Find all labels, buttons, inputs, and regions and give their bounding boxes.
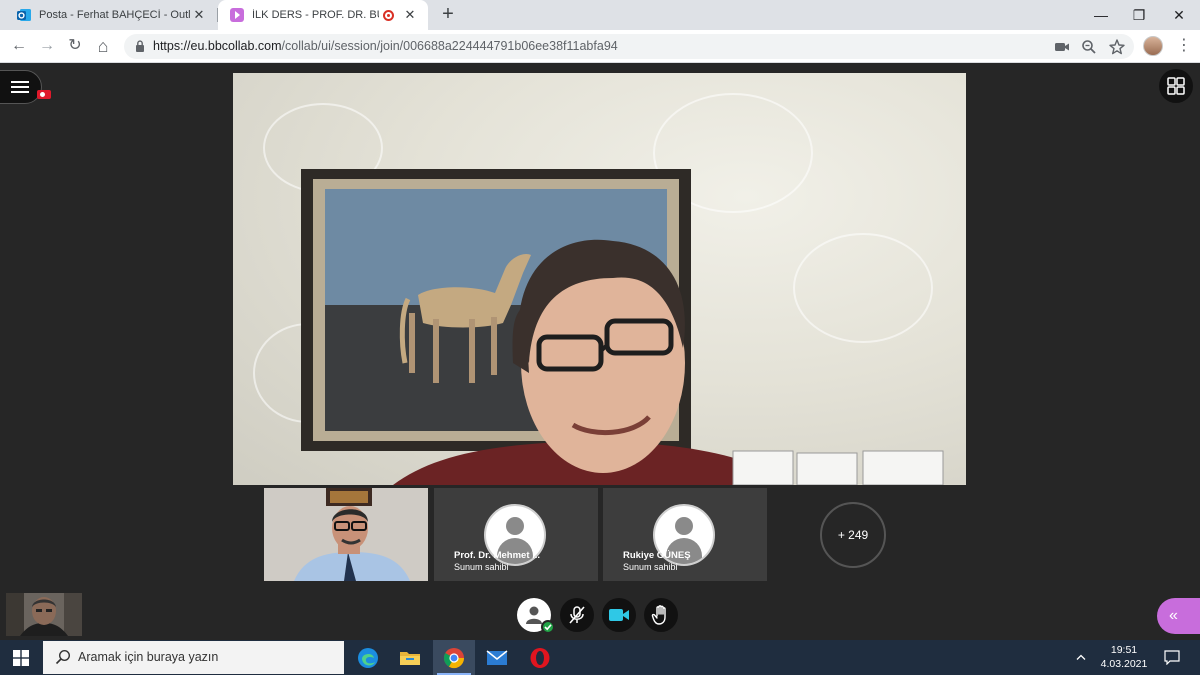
tab-outlook-close-icon[interactable]: ✕ — [191, 7, 207, 23]
url-path: /collab/ui/session/join/006688a224444791… — [281, 39, 618, 53]
collaborate-session: Prof. Dr. Mehmet ... Sunum sahibi Rukiye… — [0, 63, 1200, 640]
participant-tile-video[interactable] — [264, 488, 428, 581]
recording-badge-icon — [37, 90, 51, 99]
participant-name: Rukiye GÜNEŞ — [623, 550, 691, 561]
participant-tile[interactable]: Prof. Dr. Mehmet ... Sunum sahibi — [434, 488, 598, 581]
status-available-icon — [541, 620, 555, 634]
clock-time: 19:51 — [1110, 644, 1138, 656]
more-participants-tile[interactable]: + 249 — [772, 488, 936, 581]
mic-off-icon — [569, 606, 585, 624]
tab-collab-close-icon[interactable]: ✕ — [402, 7, 418, 23]
tab-collab-title: İLK DERS - PROF. DR. BURHAN — [252, 9, 379, 21]
browser-menu-icon[interactable]: ⋮ — [1176, 36, 1192, 56]
back-button[interactable]: ← — [8, 35, 30, 57]
speaker-scene — [301, 169, 944, 485]
participant-video-feed — [264, 488, 428, 581]
session-menu-button[interactable] — [0, 70, 42, 104]
participant-tile[interactable]: Rukiye GÜNEŞ Sunum sahibi — [603, 488, 767, 581]
recording-indicator-icon — [383, 9, 394, 21]
taskbar-opera[interactable] — [519, 640, 561, 675]
camera-button[interactable] — [602, 598, 636, 632]
mail-icon — [486, 649, 508, 665]
close-window-button[interactable]: ✕ — [1156, 0, 1200, 30]
start-button[interactable] — [0, 640, 42, 675]
system-clock[interactable]: 19:51 4.03.2021 — [1097, 643, 1151, 671]
taskbar-search-box[interactable]: Aramak için buraya yazın — [43, 641, 344, 674]
chevron-left-icon: « — [1169, 607, 1178, 624]
star-icon[interactable] — [1108, 38, 1126, 56]
tab-outlook-title: Posta - Ferhat BAHÇECİ - Outlook — [39, 9, 191, 21]
chrome-icon — [443, 647, 465, 668]
file-explorer-icon — [400, 651, 420, 665]
new-tab-button[interactable]: + — [438, 4, 458, 26]
participant-role: Sunum sahibi — [623, 562, 678, 572]
windows-taskbar: Aramak için buraya yazın 19:51 4.03.2021 — [0, 640, 1200, 675]
open-panel-button[interactable]: « — [1157, 598, 1200, 634]
forward-button[interactable]: → — [36, 35, 58, 57]
hamburger-icon — [11, 81, 29, 93]
zoom-icon[interactable] — [1080, 38, 1098, 56]
search-icon — [55, 649, 71, 665]
collaborate-favicon-icon — [230, 8, 244, 22]
participant-name: Prof. Dr. Mehmet ... — [454, 550, 541, 561]
more-participants-count: + 249 — [820, 502, 886, 568]
taskbar-mail[interactable] — [476, 640, 518, 675]
taskbar-file-explorer[interactable] — [389, 640, 431, 675]
tab-outlook[interactable]: Posta - Ferhat BAHÇECİ - Outlook ✕ — [0, 0, 217, 30]
taskbar-chrome[interactable] — [433, 640, 475, 675]
home-button[interactable]: ⌂ — [92, 35, 114, 57]
outlook-icon — [17, 9, 31, 21]
reload-button[interactable]: ↻ — [64, 35, 86, 57]
action-center-button[interactable] — [1158, 640, 1186, 675]
browser-toolbar: ← → ↻ ⌂ https://eu.bbcollab.com/collab/u… — [0, 30, 1200, 63]
grid-layout-icon — [1167, 77, 1185, 95]
active-speaker-video — [233, 73, 966, 485]
participant-role: Sunum sahibi — [454, 562, 509, 572]
lock-icon — [136, 40, 144, 52]
profile-avatar[interactable] — [1143, 36, 1163, 56]
search-placeholder: Aramak için buraya yazın — [78, 650, 219, 664]
browser-tabstrip: Posta - Ferhat BAHÇECİ - Outlook ✕ İLK D… — [0, 0, 1200, 30]
hand-icon — [651, 605, 666, 625]
self-video-feed — [6, 593, 82, 636]
url-text: https://eu.bbcollab.com/collab/ui/sessio… — [153, 34, 618, 59]
taskbar-edge[interactable] — [347, 640, 389, 675]
tray-overflow-icon[interactable] — [1072, 640, 1090, 675]
url-host: https://eu.bbcollab.com — [153, 39, 282, 53]
layout-toggle-button[interactable] — [1159, 69, 1193, 103]
clock-date: 4.03.2021 — [1100, 658, 1148, 670]
windows-logo-icon — [13, 649, 29, 666]
opera-icon — [530, 647, 550, 668]
edge-icon — [358, 647, 378, 668]
video-camera-icon — [609, 609, 629, 621]
address-bar[interactable]: https://eu.bbcollab.com/collab/ui/sessio… — [124, 34, 1134, 59]
notification-icon — [1164, 650, 1180, 665]
self-video-preview[interactable] — [6, 593, 82, 636]
camera-icon[interactable] — [1053, 38, 1071, 56]
raise-hand-button[interactable] — [644, 598, 678, 632]
microphone-button[interactable] — [560, 598, 594, 632]
status-button[interactable] — [517, 598, 555, 634]
tab-collab-session[interactable]: İLK DERS - PROF. DR. BURHAN ✕ — [218, 0, 428, 30]
